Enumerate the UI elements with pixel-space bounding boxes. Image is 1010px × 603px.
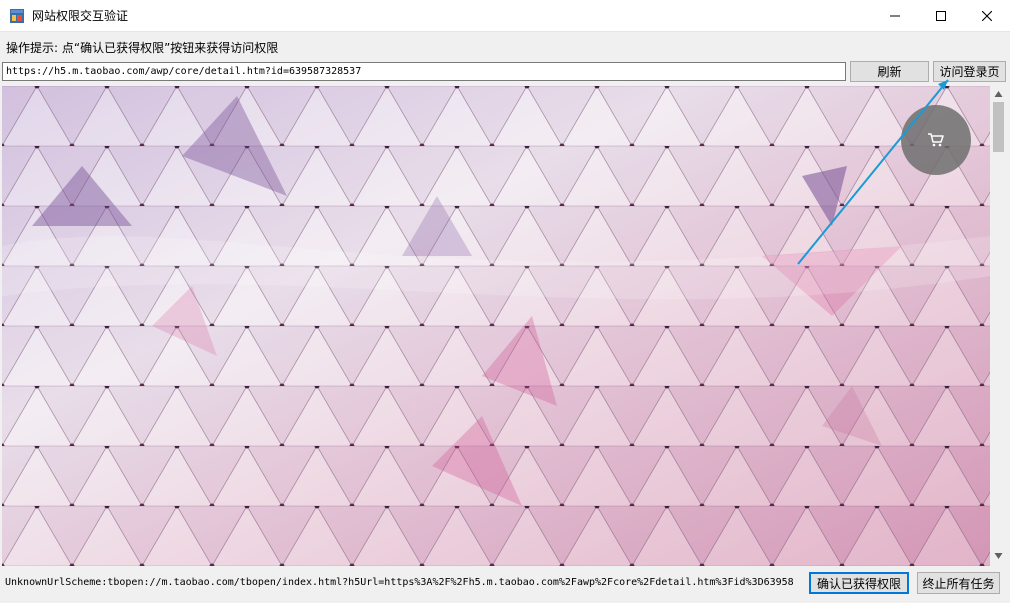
scroll-up-icon[interactable] bbox=[994, 90, 1003, 98]
status-text: UnknownUrlScheme:tbopen://m.taobao.com/t… bbox=[5, 577, 794, 588]
stop-all-tasks-button[interactable]: 终止所有任务 bbox=[917, 572, 1000, 594]
confirm-permission-button[interactable]: 确认已获得权限 bbox=[809, 572, 909, 594]
vertical-scrollbar[interactable] bbox=[990, 86, 1007, 566]
scroll-down-icon[interactable] bbox=[994, 552, 1003, 560]
annotation-arrow bbox=[797, 79, 949, 265]
scrollbar-thumb[interactable] bbox=[993, 102, 1004, 152]
